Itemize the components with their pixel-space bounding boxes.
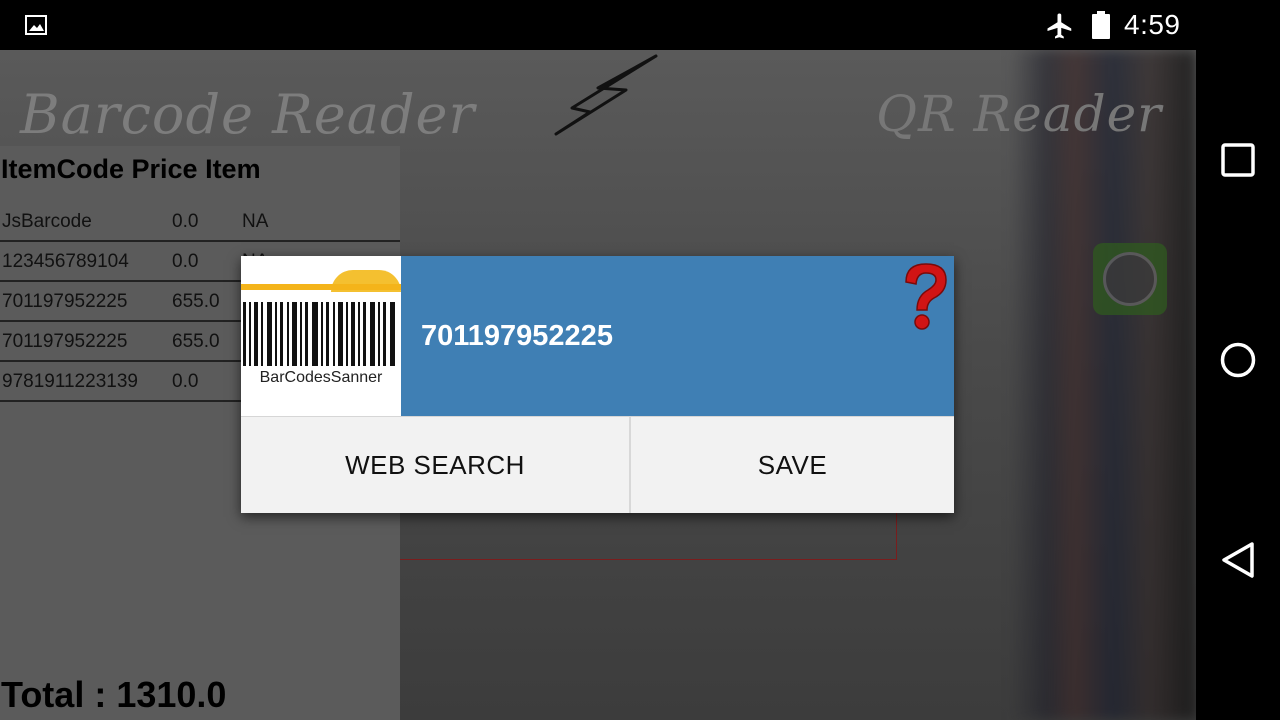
scan-result-dialog: BarCodesSanner 701197952225 WEB SEARCH S… xyxy=(241,256,954,513)
scanned-code: 701197952225 xyxy=(421,320,613,352)
dialog-actions: WEB SEARCH SAVE xyxy=(241,416,954,513)
image-icon xyxy=(25,15,47,35)
question-mark-icon[interactable] xyxy=(896,260,952,332)
clock: 4:59 xyxy=(1124,9,1181,40)
dialog-header: BarCodesSanner 701197952225 xyxy=(241,256,954,416)
save-button[interactable]: SAVE xyxy=(631,417,954,513)
airplane-mode-icon xyxy=(1047,13,1072,39)
status-bar: 4:59 xyxy=(0,0,1196,50)
navigation-bar xyxy=(1196,50,1280,720)
battery-icon xyxy=(1092,11,1110,39)
recents-icon[interactable] xyxy=(1218,140,1258,180)
logo-caption: BarCodesSanner xyxy=(259,369,383,386)
barcode-icon xyxy=(243,302,395,366)
app-logo: BarCodesSanner xyxy=(241,256,401,416)
web-search-button[interactable]: WEB SEARCH xyxy=(241,417,631,513)
back-icon[interactable] xyxy=(1218,540,1258,580)
home-icon[interactable] xyxy=(1218,340,1258,380)
